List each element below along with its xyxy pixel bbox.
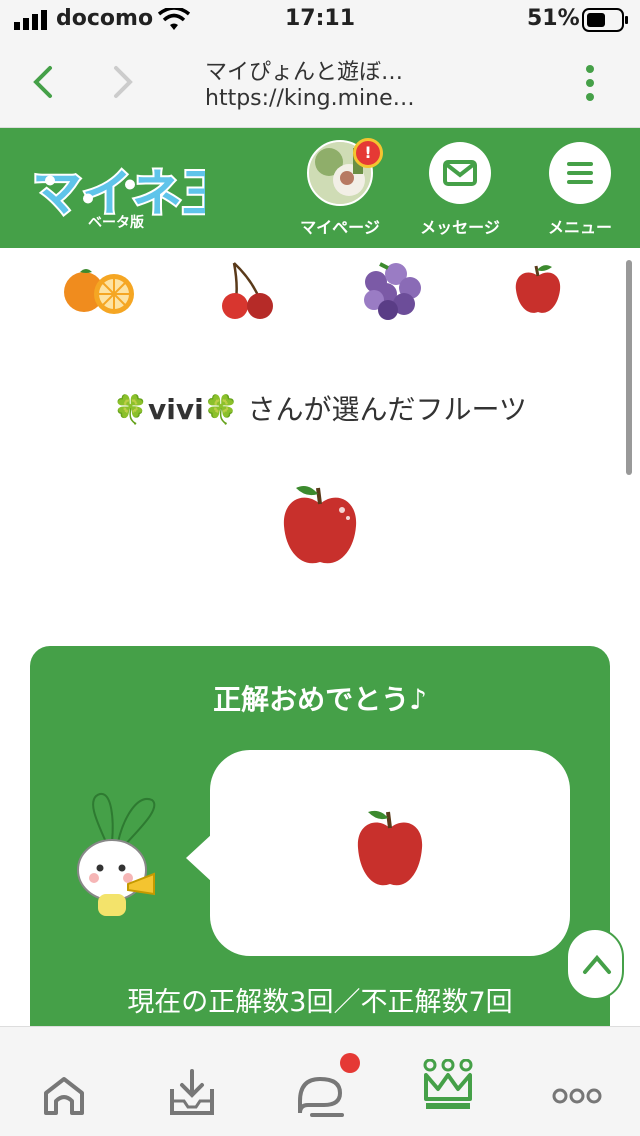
forward-icon[interactable] [110,64,136,100]
home-icon[interactable] [40,1073,88,1117]
chosen-apple-icon [283,486,357,564]
more-icon[interactable] [552,1087,602,1105]
answer-apple-icon [357,810,423,886]
bottom-tab-bar [0,1026,640,1136]
chosen-suffix: さんが選んだフルーツ [238,393,527,426]
cherry-icon[interactable] [218,262,278,320]
site-header: マイネ王 ベータ版 ! マイページ メッセージ [0,128,640,248]
chevron-up-icon [583,954,611,974]
score-text: 現在の正解数3回／不正解数7回 [127,987,513,1018]
chat-icon [298,1076,344,1117]
speech-bubble [210,750,570,956]
message-circle [429,142,491,204]
upload-icon[interactable] [166,1067,218,1119]
menu-circle [549,142,611,204]
unread-badge [340,1053,360,1073]
url-text[interactable]: https://king.mine… [205,86,415,111]
battery-icon [582,8,628,32]
scrollbar[interactable] [626,260,632,475]
user-name: 🍀vivi🍀 [113,393,239,426]
status-bar: docomo 17:11 51% [0,0,640,40]
scroll-to-top-button[interactable] [566,928,624,1000]
orange-icon[interactable] [62,264,138,316]
grape-icon[interactable] [360,260,424,322]
menu-label: メニュー [547,218,612,237]
result-card: 正解おめでとう♪ 現在の正解数3回／不正解数7回 [30,646,610,1066]
menu-button[interactable]: メニュー [515,138,640,243]
message-label: メッセージ [420,218,500,237]
back-icon[interactable] [30,64,56,100]
notification-badge: ! [353,138,383,168]
chosen-fruit-heading: 🍀vivi🍀 さんが選んだフルーツ [0,388,640,428]
apple-icon[interactable] [512,262,564,318]
page-title[interactable]: マイぴょんと遊ぼ… [205,54,403,86]
message-button[interactable]: メッセージ [395,138,525,243]
mypage-button[interactable]: ! マイページ [275,138,405,243]
king-icon[interactable] [420,1059,476,1113]
result-title: 正解おめでとう♪ [213,683,427,716]
browser-menu-icon[interactable] [582,64,598,104]
mascot-icon [77,793,156,916]
hamburger-icon [567,162,593,184]
mypage-label: マイページ [300,218,380,237]
speech-bubble-tail [186,834,212,882]
chat-tab[interactable] [294,1053,360,1123]
battery-percent: 51% [527,6,580,31]
beta-label: ベータ版 [88,215,144,231]
envelope-icon [443,160,477,186]
browser-toolbar: マイぴょんと遊ぼ… https://king.mine… [0,40,640,128]
